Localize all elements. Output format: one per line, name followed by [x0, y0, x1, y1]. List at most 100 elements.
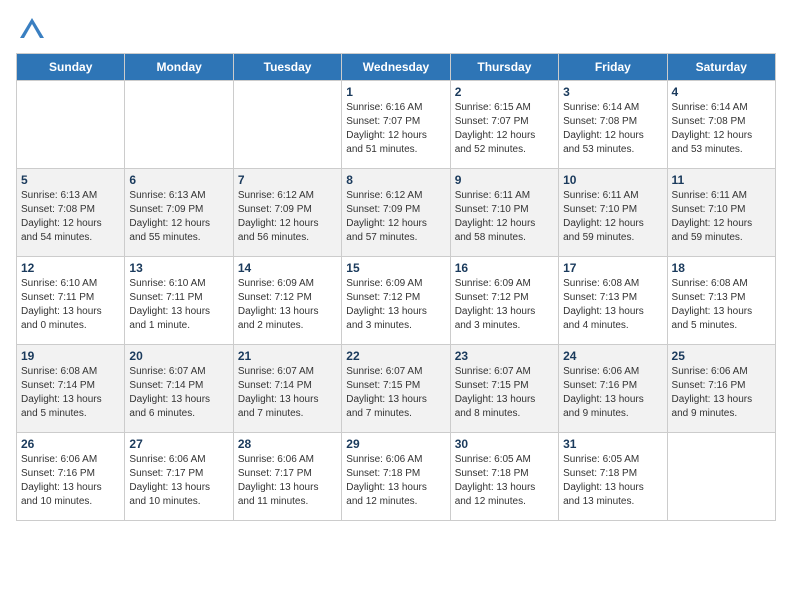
- day-header-saturday: Saturday: [667, 54, 775, 81]
- calendar-cell: 19 Sunrise: 6:08 AM Sunset: 7:14 PM Dayli…: [17, 345, 125, 433]
- day-info: Sunrise: 6:07 AM Sunset: 7:14 PM Dayligh…: [129, 365, 228, 421]
- day-number: 6: [129, 173, 228, 187]
- calendar-cell: [125, 81, 233, 169]
- day-number: 12: [21, 261, 120, 275]
- calendar-cell: 21 Sunrise: 6:07 AM Sunset: 7:14 PM Dayli…: [233, 345, 341, 433]
- calendar-cell: 12 Sunrise: 6:10 AM Sunset: 7:11 PM Dayli…: [17, 257, 125, 345]
- day-info: Sunrise: 6:08 AM Sunset: 7:13 PM Dayligh…: [563, 277, 662, 333]
- logo-icon: [18, 16, 46, 40]
- calendar-cell: 8 Sunrise: 6:12 AM Sunset: 7:09 PM Daylig…: [342, 169, 450, 257]
- day-number: 2: [455, 85, 554, 99]
- day-number: 21: [238, 349, 337, 363]
- day-info: Sunrise: 6:06 AM Sunset: 7:16 PM Dayligh…: [21, 453, 120, 509]
- day-info: Sunrise: 6:05 AM Sunset: 7:18 PM Dayligh…: [455, 453, 554, 509]
- calendar-cell: 9 Sunrise: 6:11 AM Sunset: 7:10 PM Daylig…: [450, 169, 558, 257]
- calendar-cell: 2 Sunrise: 6:15 AM Sunset: 7:07 PM Daylig…: [450, 81, 558, 169]
- day-header-sunday: Sunday: [17, 54, 125, 81]
- day-number: 18: [672, 261, 771, 275]
- day-header-monday: Monday: [125, 54, 233, 81]
- day-number: 26: [21, 437, 120, 451]
- week-row-2: 12 Sunrise: 6:10 AM Sunset: 7:11 PM Dayli…: [17, 257, 776, 345]
- day-number: 31: [563, 437, 662, 451]
- calendar-cell: [667, 433, 775, 521]
- calendar-cell: 11Sunrise: 6:11 AM Sunset: 7:10 PM Dayli…: [667, 169, 775, 257]
- calendar-cell: 3 Sunrise: 6:14 AM Sunset: 7:08 PM Daylig…: [559, 81, 667, 169]
- day-number: 15: [346, 261, 445, 275]
- day-info: Sunrise: 6:09 AM Sunset: 7:12 PM Dayligh…: [238, 277, 337, 333]
- day-info: Sunrise: 6:11 AM Sunset: 7:10 PM Dayligh…: [672, 189, 771, 245]
- day-number: 23: [455, 349, 554, 363]
- day-info: Sunrise: 6:06 AM Sunset: 7:18 PM Dayligh…: [346, 453, 445, 509]
- day-info: Sunrise: 6:12 AM Sunset: 7:09 PM Dayligh…: [346, 189, 445, 245]
- calendar-cell: 29 Sunrise: 6:06 AM Sunset: 7:18 PM Dayli…: [342, 433, 450, 521]
- day-info: Sunrise: 6:10 AM Sunset: 7:11 PM Dayligh…: [129, 277, 228, 333]
- day-header-thursday: Thursday: [450, 54, 558, 81]
- calendar-cell: 17 Sunrise: 6:08 AM Sunset: 7:13 PM Dayli…: [559, 257, 667, 345]
- day-header-tuesday: Tuesday: [233, 54, 341, 81]
- day-number: 14: [238, 261, 337, 275]
- day-info: Sunrise: 6:10 AM Sunset: 7:11 PM Dayligh…: [21, 277, 120, 333]
- day-number: 4: [672, 85, 771, 99]
- day-info: Sunrise: 6:06 AM Sunset: 7:16 PM Dayligh…: [563, 365, 662, 421]
- calendar-cell: 7Sunrise: 6:12 AM Sunset: 7:09 PM Daylig…: [233, 169, 341, 257]
- day-info: Sunrise: 6:07 AM Sunset: 7:15 PM Dayligh…: [346, 365, 445, 421]
- header-row: SundayMondayTuesdayWednesdayThursdayFrid…: [17, 54, 776, 81]
- calendar-body: 1 Sunrise: 6:16 AM Sunset: 7:07 PM Daylig…: [17, 81, 776, 521]
- day-info: Sunrise: 6:11 AM Sunset: 7:10 PM Dayligh…: [455, 189, 554, 245]
- calendar-cell: 28 Sunrise: 6:06 AM Sunset: 7:17 PM Dayli…: [233, 433, 341, 521]
- day-number: 10: [563, 173, 662, 187]
- day-number: 19: [21, 349, 120, 363]
- day-info: Sunrise: 6:16 AM Sunset: 7:07 PM Dayligh…: [346, 101, 445, 157]
- day-info: Sunrise: 6:13 AM Sunset: 7:09 PM Dayligh…: [129, 189, 228, 245]
- day-info: Sunrise: 6:06 AM Sunset: 7:16 PM Dayligh…: [672, 365, 771, 421]
- day-number: 30: [455, 437, 554, 451]
- day-info: Sunrise: 6:06 AM Sunset: 7:17 PM Dayligh…: [238, 453, 337, 509]
- day-number: 7: [238, 173, 337, 187]
- day-info: Sunrise: 6:09 AM Sunset: 7:12 PM Dayligh…: [455, 277, 554, 333]
- day-info: Sunrise: 6:15 AM Sunset: 7:07 PM Dayligh…: [455, 101, 554, 157]
- day-header-friday: Friday: [559, 54, 667, 81]
- day-info: Sunrise: 6:11 AM Sunset: 7:10 PM Dayligh…: [563, 189, 662, 245]
- calendar-cell: 18 Sunrise: 6:08 AM Sunset: 7:13 PM Dayli…: [667, 257, 775, 345]
- day-number: 25: [672, 349, 771, 363]
- day-info: Sunrise: 6:07 AM Sunset: 7:15 PM Dayligh…: [455, 365, 554, 421]
- calendar-cell: 4Sunrise: 6:14 AM Sunset: 7:08 PM Daylig…: [667, 81, 775, 169]
- calendar-cell: 15Sunrise: 6:09 AM Sunset: 7:12 PM Dayli…: [342, 257, 450, 345]
- day-number: 22: [346, 349, 445, 363]
- calendar-cell: 22 Sunrise: 6:07 AM Sunset: 7:15 PM Dayli…: [342, 345, 450, 433]
- calendar-cell: [233, 81, 341, 169]
- calendar-cell: 20 Sunrise: 6:07 AM Sunset: 7:14 PM Dayli…: [125, 345, 233, 433]
- day-number: 17: [563, 261, 662, 275]
- day-info: Sunrise: 6:05 AM Sunset: 7:18 PM Dayligh…: [563, 453, 662, 509]
- calendar-cell: 6 Sunrise: 6:13 AM Sunset: 7:09 PM Daylig…: [125, 169, 233, 257]
- calendar-cell: 30 Sunrise: 6:05 AM Sunset: 7:18 PM Dayli…: [450, 433, 558, 521]
- calendar-header: SundayMondayTuesdayWednesdayThursdayFrid…: [17, 54, 776, 81]
- calendar-cell: 10 Sunrise: 6:11 AM Sunset: 7:10 PM Dayli…: [559, 169, 667, 257]
- day-info: Sunrise: 6:07 AM Sunset: 7:14 PM Dayligh…: [238, 365, 337, 421]
- week-row-4: 26 Sunrise: 6:06 AM Sunset: 7:16 PM Dayli…: [17, 433, 776, 521]
- day-number: 9: [455, 173, 554, 187]
- calendar-table: SundayMondayTuesdayWednesdayThursdayFrid…: [16, 53, 776, 521]
- week-row-0: 1 Sunrise: 6:16 AM Sunset: 7:07 PM Daylig…: [17, 81, 776, 169]
- calendar-cell: 5Sunrise: 6:13 AM Sunset: 7:08 PM Daylig…: [17, 169, 125, 257]
- day-number: 8: [346, 173, 445, 187]
- week-row-3: 19 Sunrise: 6:08 AM Sunset: 7:14 PM Dayli…: [17, 345, 776, 433]
- day-number: 29: [346, 437, 445, 451]
- day-number: 1: [346, 85, 445, 99]
- logo: [16, 16, 46, 45]
- day-info: Sunrise: 6:06 AM Sunset: 7:17 PM Dayligh…: [129, 453, 228, 509]
- day-number: 3: [563, 85, 662, 99]
- header: [16, 16, 776, 45]
- calendar-cell: 16Sunrise: 6:09 AM Sunset: 7:12 PM Dayli…: [450, 257, 558, 345]
- day-header-wednesday: Wednesday: [342, 54, 450, 81]
- calendar-cell: 27Sunrise: 6:06 AM Sunset: 7:17 PM Dayli…: [125, 433, 233, 521]
- day-number: 28: [238, 437, 337, 451]
- day-number: 5: [21, 173, 120, 187]
- calendar-cell: 25 Sunrise: 6:06 AM Sunset: 7:16 PM Dayli…: [667, 345, 775, 433]
- week-row-1: 5Sunrise: 6:13 AM Sunset: 7:08 PM Daylig…: [17, 169, 776, 257]
- day-info: Sunrise: 6:14 AM Sunset: 7:08 PM Dayligh…: [563, 101, 662, 157]
- day-info: Sunrise: 6:08 AM Sunset: 7:14 PM Dayligh…: [21, 365, 120, 421]
- day-number: 20: [129, 349, 228, 363]
- day-info: Sunrise: 6:08 AM Sunset: 7:13 PM Dayligh…: [672, 277, 771, 333]
- calendar-cell: [17, 81, 125, 169]
